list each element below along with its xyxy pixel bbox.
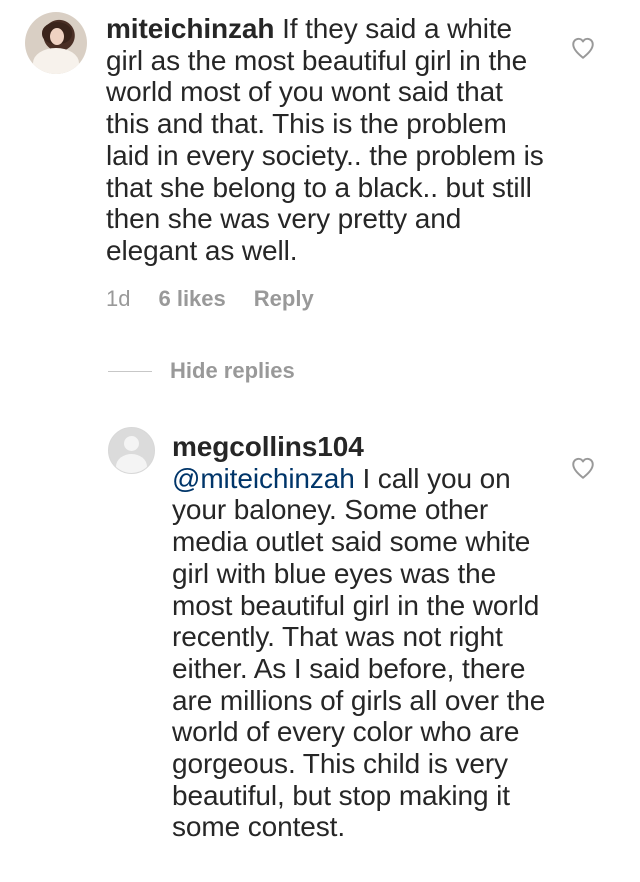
default-avatar-icon[interactable] [108, 427, 155, 474]
avatar[interactable] [25, 12, 87, 74]
reply-mention[interactable]: @miteichinzah [172, 463, 355, 494]
comment-username[interactable]: miteichinzah [106, 13, 274, 44]
comment-time: 1d [106, 286, 131, 311]
comment-meta: 1d 6 likes Reply [106, 286, 314, 316]
comment-body: If they said a white girl as the most be… [106, 13, 552, 266]
heart-icon[interactable] [569, 455, 597, 481]
hide-replies-label[interactable]: Hide replies [170, 358, 295, 384]
hide-replies-divider [108, 370, 152, 372]
avatar-face [50, 28, 64, 45]
hide-replies-button[interactable]: Hide replies [108, 358, 295, 384]
reply-text-block: megcollins104 @miteichinzah I call you on… [172, 431, 562, 843]
comment-likes[interactable]: 6 likes [158, 286, 225, 316]
default-avatar-body [116, 454, 147, 473]
reply-button[interactable]: Reply [254, 286, 314, 316]
reply-body: I call you on your baloney. Some other m… [172, 462, 553, 843]
default-avatar-head [124, 436, 139, 451]
avatar-shirt [33, 48, 79, 74]
heart-icon[interactable] [569, 35, 597, 61]
comment-text-block: miteichinzah If they said a white girl a… [106, 13, 546, 267]
reply-username[interactable]: megcollins104 [172, 431, 364, 462]
